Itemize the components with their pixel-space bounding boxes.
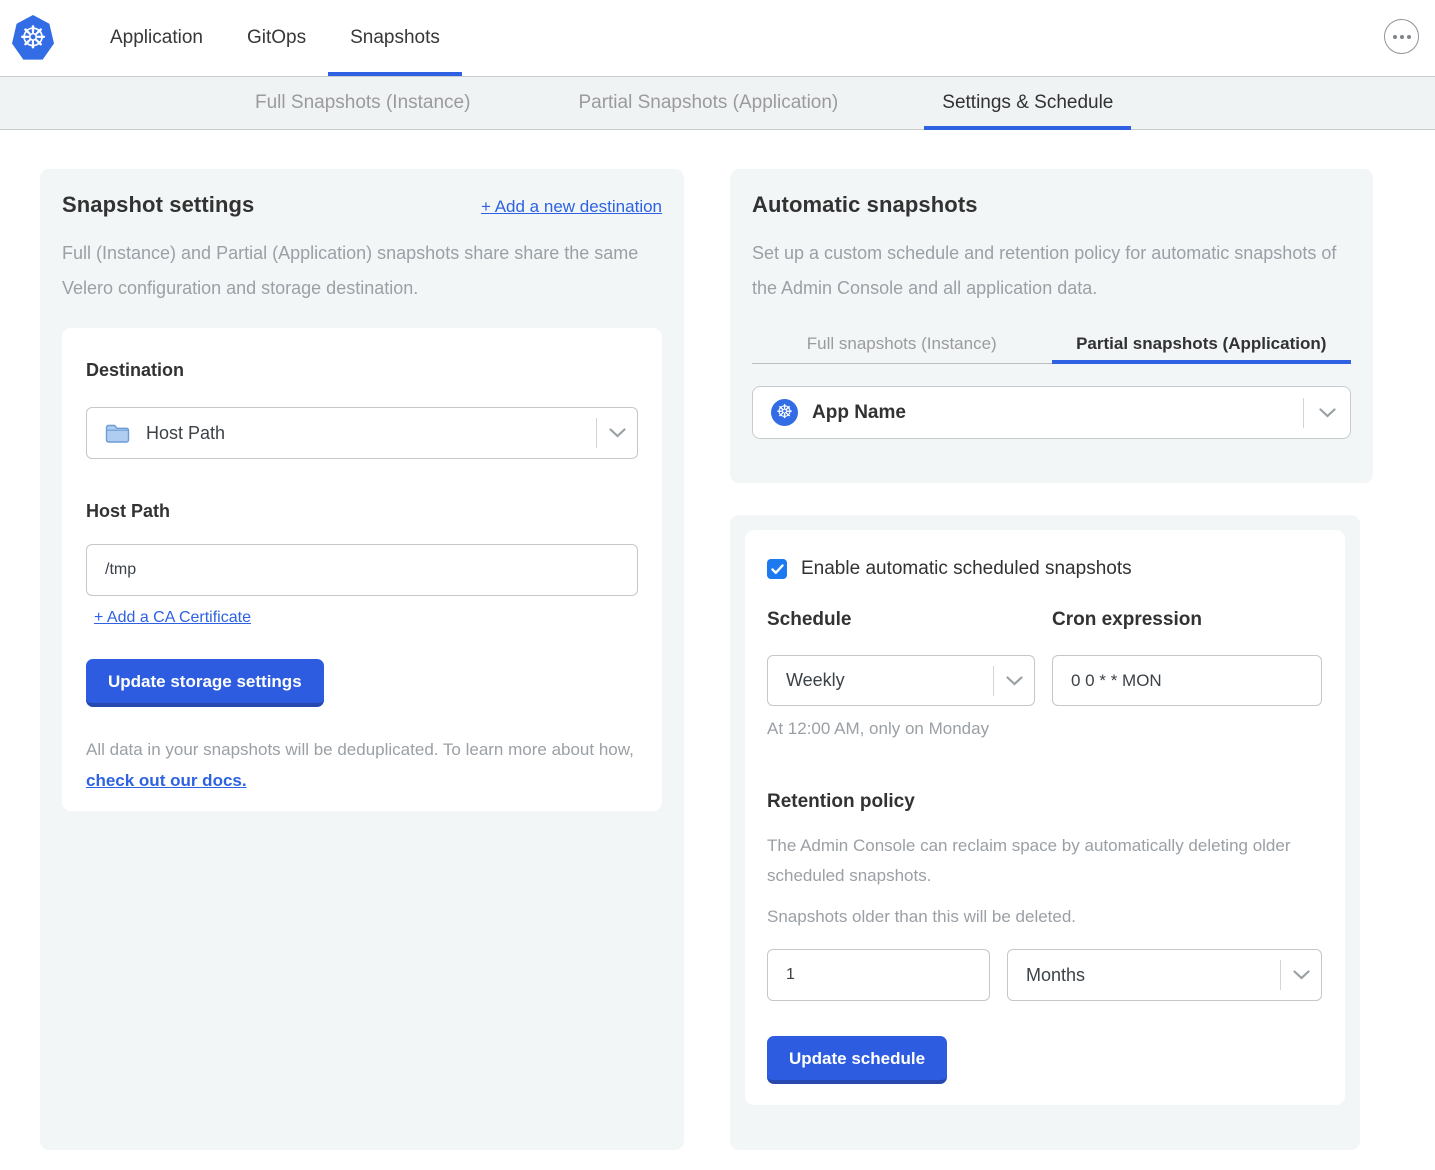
subtab-full-snapshots[interactable]: Full Snapshots (Instance) [237, 77, 488, 129]
kubernetes-logo-icon: ☸ [12, 15, 54, 61]
app-select[interactable]: ☸ App Name [752, 386, 1351, 439]
host-path-label: Host Path [86, 501, 638, 522]
destination-value: Host Path [146, 423, 596, 444]
update-storage-settings-button[interactable]: Update storage settings [86, 659, 324, 707]
retention-unit-select[interactable]: Months [1007, 949, 1322, 1001]
automatic-snapshots-description: Set up a custom schedule and retention p… [752, 236, 1351, 306]
top-nav-bar: ☸ Application GitOps Snapshots [0, 0, 1435, 76]
schedule-frequency-value: Weekly [786, 670, 993, 691]
update-schedule-button[interactable]: Update schedule [767, 1036, 947, 1084]
storage-settings-card: Destination Host Path Host Path [62, 328, 662, 811]
subtab-partial-snapshots[interactable]: Partial Snapshots (Application) [560, 77, 856, 129]
schedule-panel: Enable automatic scheduled snapshots Sch… [730, 515, 1360, 1150]
enable-snapshots-label[interactable]: Enable automatic scheduled snapshots [801, 558, 1132, 580]
main-content: Snapshot settings + Add a new destinatio… [0, 130, 1435, 1163]
nav-tab-application[interactable]: Application [88, 0, 225, 76]
primary-nav: Application GitOps Snapshots [88, 0, 462, 76]
dedup-note-text: All data in your snapshots will be dedup… [86, 740, 634, 759]
schedule-frequency-select[interactable]: Weekly [767, 655, 1035, 706]
chevron-down-icon [994, 676, 1034, 686]
more-menu-button[interactable] [1384, 19, 1419, 54]
docs-link[interactable]: check out our docs. [86, 771, 247, 790]
cron-human-readable: At 12:00 AM, only on Monday [767, 719, 1035, 739]
tab-full-snapshots-instance[interactable]: Full snapshots (Instance) [752, 324, 1052, 364]
tab-partial-snapshots-application[interactable]: Partial snapshots (Application) [1052, 324, 1352, 364]
retention-value-input[interactable] [767, 949, 990, 1001]
snapshot-settings-panel: Snapshot settings + Add a new destinatio… [40, 169, 684, 1150]
subtab-settings-schedule[interactable]: Settings & Schedule [924, 77, 1131, 129]
retention-policy-description: The Admin Console can reclaim space by a… [767, 831, 1307, 891]
automatic-snapshots-panel: Automatic snapshots Set up a custom sche… [730, 169, 1373, 483]
chevron-down-icon [1304, 408, 1350, 418]
enable-snapshots-checkbox[interactable] [767, 559, 787, 579]
snapshots-subnav: Full Snapshots (Instance) Partial Snapsh… [0, 76, 1435, 130]
snapshot-settings-description: Full (Instance) and Partial (Application… [62, 236, 652, 306]
app-kubernetes-icon: ☸ [771, 399, 798, 426]
host-path-input[interactable] [86, 544, 638, 596]
dedup-note: All data in your snapshots will be dedup… [86, 734, 638, 796]
schedule-label: Schedule [767, 609, 1035, 631]
folder-icon [105, 423, 130, 444]
nav-tab-gitops[interactable]: GitOps [225, 0, 328, 76]
add-ca-certificate-link[interactable]: + Add a CA Certificate [94, 609, 251, 626]
automatic-snapshots-title: Automatic snapshots [752, 192, 1351, 218]
add-new-destination-link[interactable]: + Add a new destination [481, 197, 662, 217]
snapshot-settings-title: Snapshot settings [62, 192, 254, 218]
cron-expression-input[interactable] [1052, 655, 1322, 706]
nav-tab-snapshots[interactable]: Snapshots [328, 0, 462, 76]
automatic-snapshots-tabs: Full snapshots (Instance) Partial snapsh… [752, 324, 1351, 364]
destination-label: Destination [86, 360, 638, 381]
schedule-card: Enable automatic scheduled snapshots Sch… [745, 530, 1345, 1105]
retention-hint: Snapshots older than this will be delete… [767, 907, 1323, 927]
retention-unit-value: Months [1026, 965, 1280, 986]
kubernetes-wheel-glyph: ☸ [19, 22, 47, 53]
retention-policy-title: Retention policy [767, 791, 1323, 813]
app-select-value: App Name [812, 402, 1303, 424]
chevron-down-icon [1281, 970, 1321, 980]
destination-select[interactable]: Host Path [86, 407, 638, 459]
cron-expression-label: Cron expression [1052, 609, 1322, 631]
chevron-down-icon [597, 428, 637, 438]
